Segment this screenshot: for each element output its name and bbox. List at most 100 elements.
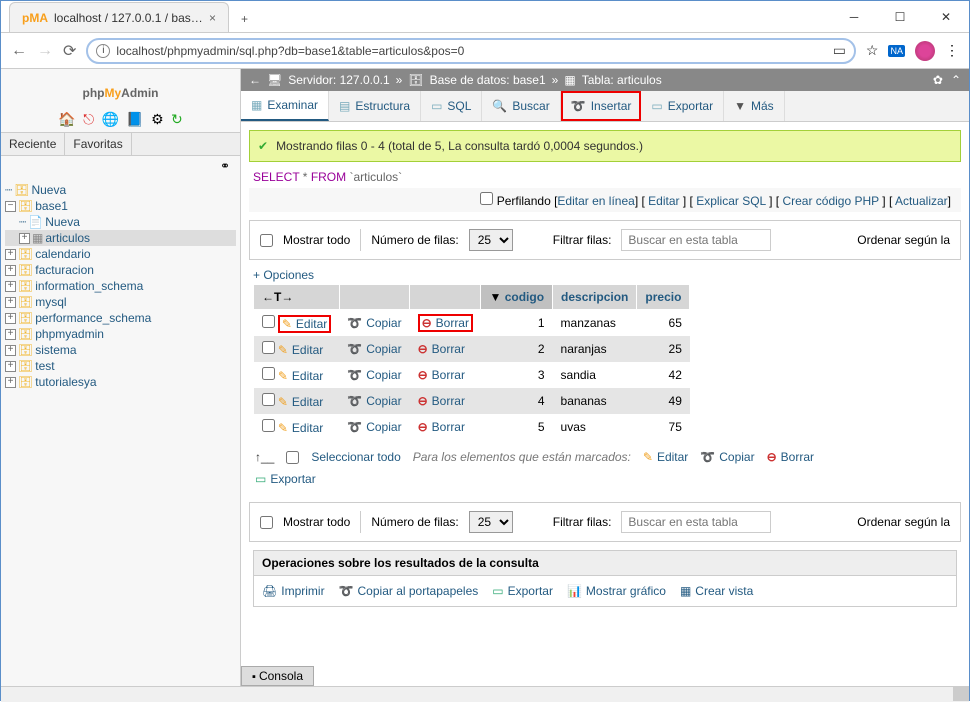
- row-edit[interactable]: ✎Editar: [278, 369, 323, 383]
- gear-icon[interactable]: ⚙: [151, 111, 164, 127]
- col-descripcion[interactable]: descripcion: [553, 285, 637, 310]
- tab-favorites[interactable]: Favoritas: [65, 133, 131, 155]
- row-delete[interactable]: ⊖Borrar: [422, 316, 469, 330]
- browser-tab[interactable]: pMA localhost / 127.0.0.1 / base1 / art …: [9, 2, 229, 32]
- profiling-checkbox[interactable]: [480, 192, 493, 205]
- back-button[interactable]: ←: [11, 42, 27, 60]
- new-tab-button[interactable]: +: [229, 6, 260, 32]
- forward-button[interactable]: →: [37, 42, 53, 60]
- maximize-button[interactable]: ☐: [877, 2, 923, 32]
- filter-input[interactable]: [621, 229, 771, 251]
- bookmark-icon[interactable]: ☆: [866, 42, 879, 59]
- tree-db-phpmyadmin[interactable]: + 🗄 phpmyadmin: [5, 326, 236, 342]
- globe-icon[interactable]: 🌐: [102, 111, 119, 127]
- exit-icon[interactable]: ⎋: [83, 111, 94, 127]
- close-tab-icon[interactable]: ×: [209, 11, 216, 25]
- info-icon[interactable]: i: [96, 44, 110, 58]
- home-icon[interactable]: 🏠: [58, 111, 75, 127]
- tree-db-calendario[interactable]: + 🗄 calendario: [5, 246, 236, 262]
- tab-estructura[interactable]: ▤Estructura: [329, 91, 421, 121]
- row-edit[interactable]: ✎Editar: [278, 343, 323, 357]
- options-toggle[interactable]: + Opciones: [241, 268, 969, 282]
- row-copy[interactable]: ➰Copiar: [347, 368, 401, 382]
- tree-db-mysql[interactable]: + 🗄 mysql: [5, 294, 236, 310]
- row-copy[interactable]: ➰Copiar: [347, 342, 401, 356]
- tree-table-articulos[interactable]: + ▦ articulos: [5, 230, 236, 246]
- row-copy[interactable]: ➰Copiar: [347, 316, 401, 330]
- row-delete[interactable]: ⊖Borrar: [418, 342, 465, 356]
- tab-buscar[interactable]: 🔍Buscar: [482, 91, 560, 121]
- edit-link[interactable]: Editar: [648, 194, 679, 208]
- profile-avatar[interactable]: [915, 41, 935, 61]
- tree-db-information_schema[interactable]: + 🗄 information_schema: [5, 278, 236, 294]
- bulk-delete[interactable]: ⊖Borrar: [767, 450, 814, 464]
- op-view[interactable]: ▦Crear vista: [680, 584, 753, 598]
- url-input[interactable]: i localhost/phpmyadmin/sql.php?db=base1&…: [86, 38, 856, 64]
- collapse-icon[interactable]: ⌃: [951, 73, 961, 87]
- bulk-copy[interactable]: ➰Copiar: [700, 450, 754, 464]
- breadcrumb-table[interactable]: Tabla: articulos: [582, 73, 662, 87]
- row-delete[interactable]: ⊖Borrar: [418, 420, 465, 434]
- php-link[interactable]: Crear código PHP: [782, 194, 879, 208]
- h-scrollbar[interactable]: [1, 686, 969, 702]
- extension-na-icon[interactable]: NA: [888, 45, 905, 57]
- row-edit[interactable]: ✎Editar: [278, 421, 323, 435]
- tree-db-sistema[interactable]: + 🗄 sistema: [5, 342, 236, 358]
- explain-link[interactable]: Explicar SQL: [696, 194, 766, 208]
- tab-recent[interactable]: Reciente: [1, 133, 65, 155]
- docs-icon[interactable]: 📘: [126, 111, 143, 127]
- select-all-checkbox[interactable]: [286, 451, 299, 464]
- rows-select[interactable]: 25: [469, 229, 513, 251]
- menu-icon[interactable]: ⋮: [945, 42, 959, 59]
- row-checkbox[interactable]: [262, 315, 275, 328]
- bulk-export[interactable]: ▭Exportar: [255, 472, 316, 486]
- tab-examinar[interactable]: ▦Examinar: [241, 91, 329, 121]
- row-checkbox[interactable]: [262, 419, 275, 432]
- refresh-link[interactable]: Actualizar: [895, 194, 948, 208]
- breadcrumb-server[interactable]: Servidor: 127.0.0.1: [288, 73, 389, 87]
- nav-left-icon[interactable]: ←: [249, 73, 261, 87]
- op-clipboard[interactable]: ➰Copiar al portapapeles: [339, 584, 479, 598]
- tree-base1-new[interactable]: ┈📄 Nueva: [5, 214, 236, 230]
- filter-input-2[interactable]: [621, 511, 771, 533]
- link-icon[interactable]: ⚭: [1, 156, 240, 176]
- row-checkbox[interactable]: [262, 393, 275, 406]
- settings-gear-icon[interactable]: ✿: [933, 73, 943, 87]
- tab-insertar[interactable]: ➰Insertar: [561, 91, 642, 121]
- op-print[interactable]: 🖨Imprimir: [262, 584, 325, 598]
- close-window-button[interactable]: ✕: [923, 2, 969, 32]
- bulk-edit[interactable]: ✎Editar: [643, 450, 688, 464]
- tree-db-tutorialesya[interactable]: + 🗄 tutorialesya: [5, 374, 236, 390]
- show-all-checkbox[interactable]: [260, 234, 273, 247]
- show-all-checkbox-2[interactable]: [260, 516, 273, 529]
- row-edit[interactable]: ✎Editar: [282, 317, 327, 331]
- rows-select-2[interactable]: 25: [469, 511, 513, 533]
- row-copy[interactable]: ➰Copiar: [347, 420, 401, 434]
- reload-tree-icon[interactable]: ↻: [171, 111, 183, 127]
- tree-db-base1[interactable]: − 🗄 base1: [5, 198, 236, 214]
- tree-db-performance_schema[interactable]: + 🗄 performance_schema: [5, 310, 236, 326]
- tab-mas[interactable]: ▼Más: [724, 91, 785, 121]
- tree-db-facturacion[interactable]: + 🗄 facturacion: [5, 262, 236, 278]
- console-toggle[interactable]: ▪ Consola: [241, 666, 314, 686]
- tree-db-test[interactable]: + 🗄 test: [5, 358, 236, 374]
- reload-button[interactable]: ⟳: [63, 41, 76, 61]
- minimize-button[interactable]: ─: [831, 2, 877, 32]
- edit-inline-link[interactable]: Editar en línea: [557, 194, 634, 208]
- col-codigo[interactable]: ▼ codigo: [481, 285, 553, 310]
- row-copy[interactable]: ➰Copiar: [347, 394, 401, 408]
- breadcrumb-db[interactable]: Base de datos: base1: [430, 73, 546, 87]
- col-precio[interactable]: precio: [637, 285, 690, 310]
- tree-new-db[interactable]: ┈🗄 Nueva: [5, 182, 236, 198]
- op-export[interactable]: ▭Exportar: [492, 584, 553, 598]
- select-all-link[interactable]: Seleccionar todo: [311, 450, 400, 464]
- device-icon[interactable]: ▭: [833, 42, 846, 59]
- row-checkbox[interactable]: [262, 367, 275, 380]
- tab-exportar[interactable]: ▭Exportar: [641, 91, 724, 121]
- row-delete[interactable]: ⊖Borrar: [418, 394, 465, 408]
- op-chart[interactable]: 📊Mostrar gráfico: [567, 584, 666, 598]
- row-checkbox[interactable]: [262, 341, 275, 354]
- row-edit[interactable]: ✎Editar: [278, 395, 323, 409]
- row-delete[interactable]: ⊖Borrar: [418, 368, 465, 382]
- tab-sql[interactable]: ▭SQL: [421, 91, 482, 121]
